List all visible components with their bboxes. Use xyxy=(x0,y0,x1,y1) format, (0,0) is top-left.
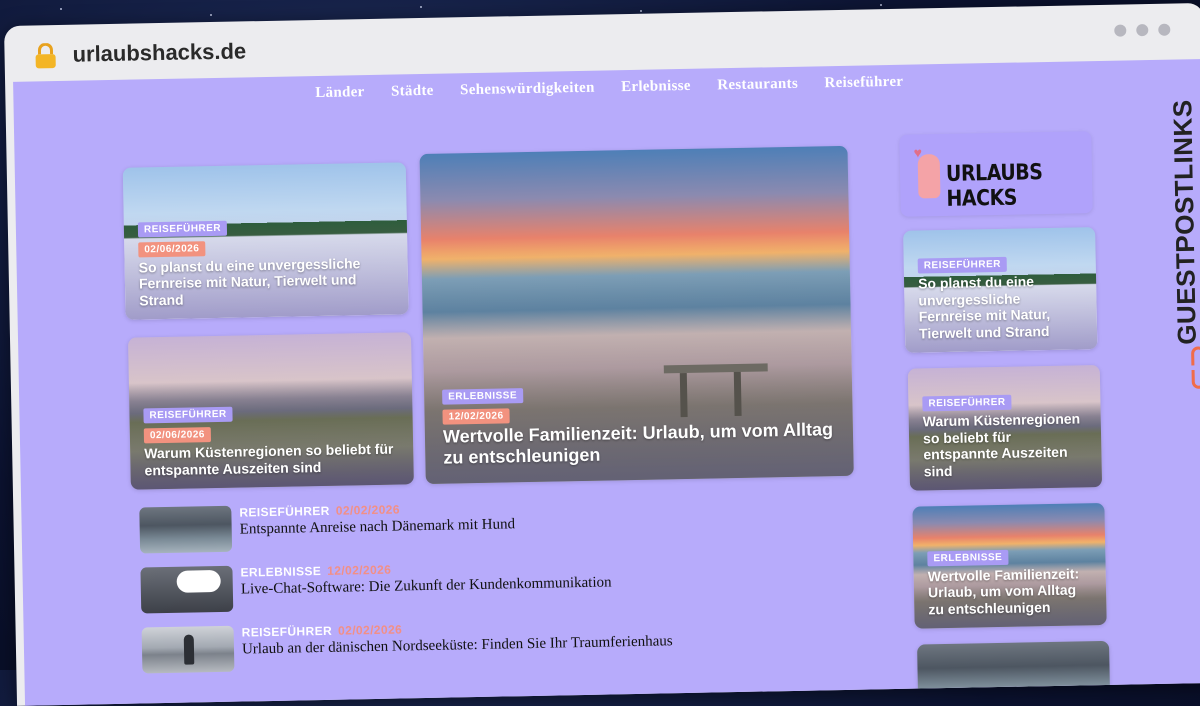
featured-card-left-bottom[interactable]: REISEFÜHRER 02/06/2026 Warum Küstenregio… xyxy=(128,332,414,490)
window-dot-icon[interactable] xyxy=(1136,24,1149,37)
article-title[interactable]: Wertvolle Familienzeit: Urlaub, um vom A… xyxy=(928,565,1093,619)
article-title[interactable]: Wertvolle Familienzeit: Urlaub, um vom A… xyxy=(443,419,840,470)
featured-card-main[interactable]: ERLEBNISSE 12/02/2026 Wertvolle Familien… xyxy=(419,145,854,484)
dog-photo-icon[interactable] xyxy=(139,505,233,554)
sidebar-card[interactable]: REISEFÜHRER So planst du eine unvergessl… xyxy=(903,227,1098,353)
article-title[interactable]: So planst du eine unvergessliche Fernrei… xyxy=(138,254,394,309)
list-item-title[interactable]: Entspannte Anreise nach Dänemark mit Hun… xyxy=(240,516,516,538)
browser-window: urlaubshacks.de Länder Städte Sehenswürd… xyxy=(4,2,1200,706)
article-title[interactable]: Warum Küstenregionen so beliebt für ents… xyxy=(923,410,1088,480)
sidebar-card[interactable]: REISEFÜHRER Warum Küstenregionen so beli… xyxy=(907,365,1103,491)
list-item[interactable]: REISEFÜHRER 02/02/2026 Urlaub an der däni… xyxy=(141,616,743,678)
date-label: 02/02/2026 xyxy=(335,502,400,518)
nav-item-erlebnisse[interactable]: Erlebnisse xyxy=(621,78,691,96)
category-badge[interactable]: ERLEBNISSE xyxy=(927,549,1009,566)
nav-item-sehenswuerdigkeiten[interactable]: Sehenswürdigkeiten xyxy=(460,80,595,100)
window-dot-icon[interactable] xyxy=(1114,24,1127,37)
address-bar-url[interactable]: urlaubshacks.de xyxy=(72,38,246,67)
category-badge[interactable]: REISEFÜHRER xyxy=(137,220,228,238)
sidebar-card[interactable] xyxy=(917,640,1111,705)
sidebar-card[interactable]: ERLEBNISSE Wertvolle Familienzeit: Urlau… xyxy=(912,502,1107,629)
date-badge: 02/06/2026 xyxy=(143,427,212,444)
link-chain-icon: ⊂⊃ xyxy=(1183,343,1200,392)
category-badge[interactable]: REISEFÜHRER xyxy=(922,394,1012,412)
nav-item-restaurants[interactable]: Restaurants xyxy=(717,76,798,95)
logo-text: URLAUBS HACKS xyxy=(945,160,1043,212)
nav-item-reisefuehrer[interactable]: Reiseführer xyxy=(824,74,903,93)
nav-item-staedte[interactable]: Städte xyxy=(391,83,434,101)
page-viewport: Länder Städte Sehenswürdigkeiten Erlebni… xyxy=(13,58,1200,706)
date-badge: 02/06/2026 xyxy=(138,240,206,258)
nav-item-laender[interactable]: Länder xyxy=(315,84,365,102)
article-title[interactable]: Warum Küstenregionen so beliebt für ents… xyxy=(144,441,400,479)
category-label[interactable]: REISEFÜHRER xyxy=(239,504,330,520)
category-badge[interactable]: ERLEBNISSE xyxy=(442,387,524,405)
window-controls xyxy=(1114,23,1171,37)
lock-icon xyxy=(35,42,56,69)
window-dot-icon[interactable] xyxy=(1158,23,1171,36)
category-label[interactable]: REISEFÜHRER xyxy=(242,624,333,640)
chat-bubble-photo-icon[interactable] xyxy=(140,565,234,614)
category-badge[interactable]: REISEFÜHRER xyxy=(143,407,233,424)
hand-icon xyxy=(917,154,941,199)
list-item[interactable]: ERLEBNISSE 12/02/2026 Live-Chat-Software:… xyxy=(140,556,741,618)
beach-person-photo-icon[interactable] xyxy=(141,625,235,674)
list-item[interactable]: REISEFÜHRER 02/02/2026 Entspannte Anreise… xyxy=(139,496,740,558)
featured-card-left-top[interactable]: REISEFÜHRER 02/06/2026 So planst du eine… xyxy=(122,162,409,320)
category-badge[interactable]: REISEFÜHRER xyxy=(917,256,1008,274)
category-label[interactable]: ERLEBNISSE xyxy=(240,564,321,580)
date-label: 12/02/2026 xyxy=(327,562,392,578)
date-label: 02/02/2026 xyxy=(337,622,403,638)
article-title[interactable]: So planst du eine unvergessliche Fernrei… xyxy=(918,272,1083,342)
brand-label: GUESTPOSTLINKS xyxy=(1167,99,1200,345)
date-badge: 12/02/2026 xyxy=(442,408,510,425)
site-logo[interactable]: ♥ URLAUBS HACKS xyxy=(899,131,1093,217)
guestpostlinks-brand-strip: GUESTPOSTLINKS ⊂⊃ xyxy=(1166,99,1200,400)
